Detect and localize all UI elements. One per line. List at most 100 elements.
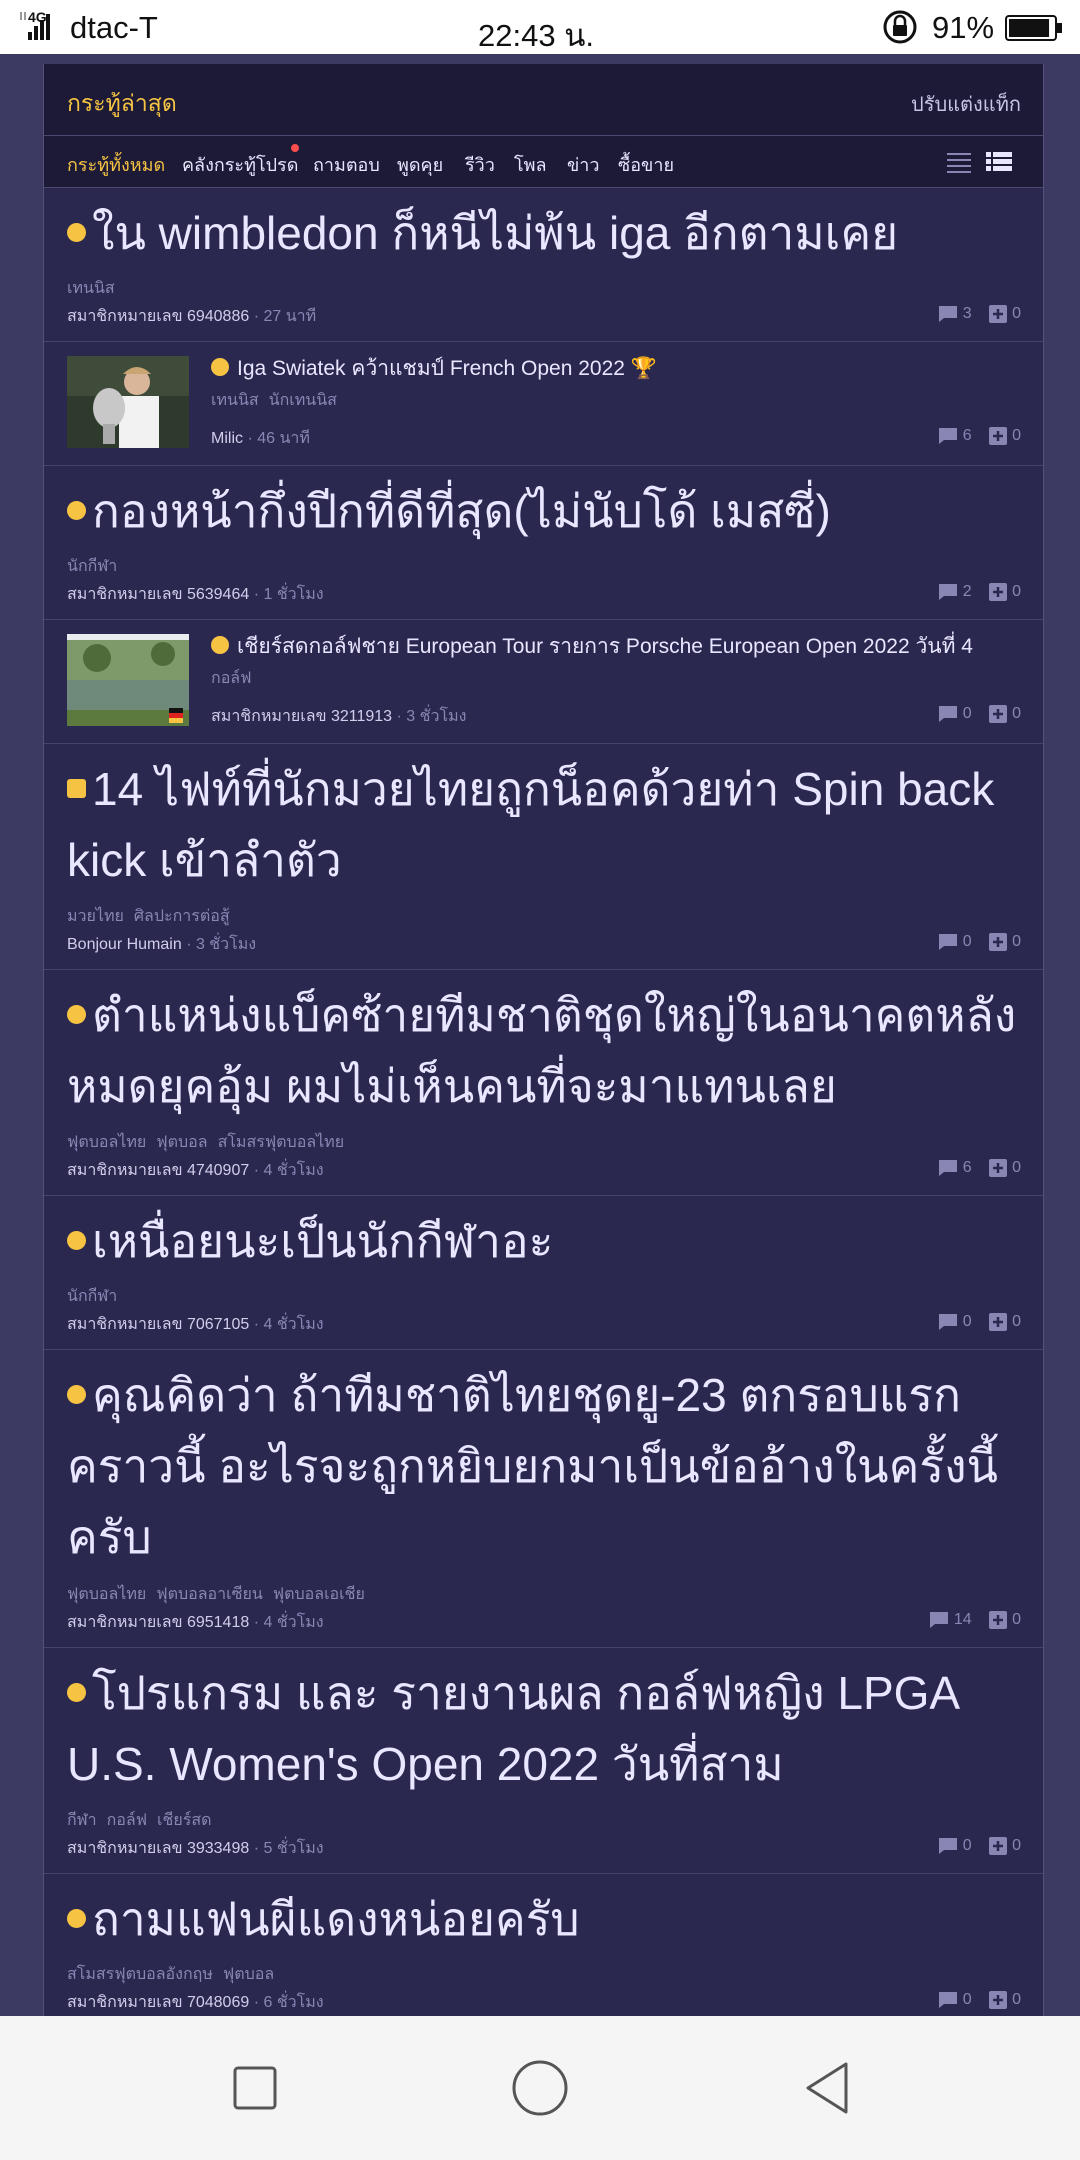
tag[interactable]: ฟุตบอลไทย bbox=[67, 1586, 146, 1603]
battery-percent: 91% bbox=[932, 10, 995, 45]
review-icon bbox=[211, 636, 229, 655]
topic-title[interactable]: Iga Swiatek คว้าแชมป์ French Open 2022 🏆 bbox=[211, 354, 1025, 384]
tag[interactable]: สโมสรฟุตบอลไทย bbox=[218, 1134, 345, 1151]
question-icon bbox=[67, 1005, 86, 1025]
topic-thumbnail[interactable] bbox=[67, 356, 189, 448]
vote-count: 0 bbox=[1012, 1159, 1021, 1177]
tab-review[interactable]: รีวิว bbox=[465, 150, 495, 179]
tab-chat[interactable]: พูดคุย bbox=[397, 150, 443, 179]
vote-icon bbox=[989, 933, 1008, 951]
topic-author: สมาชิกหมายเลข 3933498 · 5 ชั่วโมง bbox=[67, 1836, 324, 1861]
author-name[interactable]: สมาชิกหมายเลข 6951418 bbox=[67, 1614, 249, 1631]
vote-icon bbox=[989, 305, 1008, 323]
tag[interactable]: ฟุตบอลไทย bbox=[67, 1134, 146, 1151]
topic-title[interactable]: 14 ไฟท์ที่นักมวยไทยถูกน็อคด้วยท่า Spin b… bbox=[67, 754, 1025, 896]
vote-count: 0 bbox=[1012, 1611, 1021, 1629]
nav-home-icon[interactable] bbox=[508, 2056, 572, 2120]
network-type: 4G bbox=[28, 9, 47, 25]
tag[interactable]: สโมสรฟุตบอลอังกฤษ bbox=[67, 1966, 213, 1983]
tag[interactable]: ฟุตบอล bbox=[156, 1134, 207, 1151]
author-name[interactable]: Milic bbox=[211, 430, 243, 447]
vote-count: 0 bbox=[1012, 1837, 1021, 1855]
topic-item[interactable]: 14 ไฟท์ที่นักมวยไทยถูกน็อคด้วยท่า Spin b… bbox=[44, 744, 1043, 970]
vote-icon bbox=[989, 1313, 1008, 1331]
tab-poll[interactable]: โพล bbox=[514, 150, 547, 179]
topic-title[interactable]: กองหน้ากึ่งปีกที่ดีที่สุด(ไม่นับโด้ เมสซ… bbox=[67, 476, 1025, 547]
tab-qa[interactable]: ถามตอบ bbox=[313, 150, 380, 179]
topic-author: สมาชิกหมายเลข 3211913 · 3 ชั่วโมง bbox=[211, 704, 466, 729]
topic-item[interactable]: โปรแกรม และ รายงานผล กอล์ฟหญิง LPGA U.S.… bbox=[44, 1648, 1043, 1874]
tag[interactable]: ฟุตบอล bbox=[223, 1966, 274, 1983]
panel-title: กระทู้ล่าสุด bbox=[67, 90, 177, 116]
tab-favorites[interactable]: คลังกระทู้โปรด bbox=[182, 150, 298, 179]
topic-title[interactable]: ถามแฟนผีแดงหน่อยครับ bbox=[67, 1884, 1025, 1955]
nav-recent-icon[interactable] bbox=[223, 2056, 287, 2120]
topic-item[interactable]: ใน wimbledon ก็หนีไม่พ้น iga อีกตามเคย เ… bbox=[44, 188, 1043, 342]
comment-count: 0 bbox=[962, 1313, 972, 1331]
topic-title[interactable]: โปรแกรม และ รายงานผล กอล์ฟหญิง LPGA U.S.… bbox=[67, 1658, 1025, 1800]
comment-icon bbox=[938, 428, 957, 444]
tag[interactable]: เชียร์สด bbox=[157, 1812, 211, 1829]
topic-title[interactable]: ใน wimbledon ก็หนีไม่พ้น iga อีกตามเคย bbox=[67, 198, 1025, 269]
topic-item[interactable]: Iga Swiatek คว้าแชมป์ French Open 2022 🏆… bbox=[44, 342, 1043, 466]
tab-all-topics[interactable]: กระทู้ทั้งหมด bbox=[67, 150, 165, 179]
tab-marketplace[interactable]: ซื้อขาย bbox=[618, 150, 674, 179]
tag[interactable]: ศิลปะการต่อสู้ bbox=[134, 908, 230, 925]
author-name[interactable]: สมาชิกหมายเลข 7067105 bbox=[67, 1316, 249, 1333]
comment-icon bbox=[938, 1992, 957, 2008]
tag[interactable]: เทนนิส bbox=[67, 280, 115, 297]
customize-tags-link[interactable]: ปรับแต่งแท็ก bbox=[911, 88, 1021, 120]
topic-item[interactable]: ถามแฟนผีแดงหน่อยครับ สโมสรฟุตบอลอังกฤษ ฟุ… bbox=[44, 1874, 1043, 2028]
topic-tabs: กระทู้ทั้งหมด คลังกระทู้โปรด ถามตอบ พูดค… bbox=[44, 136, 1043, 188]
topic-title[interactable]: เชียร์สดกอล์ฟชาย European Tour รายการ Po… bbox=[211, 632, 1025, 662]
topic-tags: กีฬา กอล์ฟ เชียร์สด bbox=[67, 1808, 222, 1833]
tag[interactable]: ฟุตบอลอาเซียน bbox=[156, 1586, 263, 1603]
tag[interactable]: กีฬา bbox=[67, 1812, 97, 1829]
nav-back-icon[interactable] bbox=[796, 2056, 860, 2120]
topic-counts: 0 0 bbox=[937, 1836, 1021, 1856]
topic-item[interactable]: กองหน้ากึ่งปีกที่ดีที่สุด(ไม่นับโด้ เมสซ… bbox=[44, 466, 1043, 620]
topic-thumbnail[interactable] bbox=[67, 634, 189, 726]
tag[interactable]: นักกีฬา bbox=[67, 1288, 117, 1305]
tag[interactable]: นักเทนนิส bbox=[269, 392, 337, 409]
tag[interactable]: ฟุตบอลเอเชีย bbox=[273, 1586, 365, 1603]
author-name[interactable]: สมาชิกหมายเลข 4740907 bbox=[67, 1162, 249, 1179]
comment-icon bbox=[929, 1612, 948, 1628]
topic-title[interactable]: เหนื่อยนะเป็นนักกีฬาอะ bbox=[67, 1206, 1025, 1277]
notification-dot bbox=[291, 144, 299, 152]
topic-item[interactable]: เชียร์สดกอล์ฟชาย European Tour รายการ Po… bbox=[44, 620, 1043, 744]
topic-tags: นักกีฬา bbox=[67, 554, 127, 579]
post-time: · 3 ชั่วโมง bbox=[396, 708, 467, 725]
vote-icon bbox=[989, 705, 1008, 723]
topic-counts: 0 0 bbox=[937, 1312, 1021, 1332]
tag[interactable]: เทนนิส bbox=[211, 392, 259, 409]
tab-news[interactable]: ข่าว bbox=[567, 150, 600, 179]
comment-count: 0 bbox=[962, 705, 972, 723]
topic-author: สมาชิกหมายเลข 7067105 · 4 ชั่วโมง bbox=[67, 1312, 324, 1337]
author-name[interactable]: สมาชิกหมายเลข 7048069 bbox=[67, 1994, 249, 2011]
topic-author: Bonjour Humain · 3 ชั่วโมง bbox=[67, 932, 256, 957]
author-name[interactable]: สมาชิกหมายเลข 3211913 bbox=[211, 708, 392, 725]
list-view-icon[interactable] bbox=[945, 150, 973, 174]
question-icon bbox=[67, 1231, 86, 1251]
tag[interactable]: มวยไทย bbox=[67, 908, 124, 925]
author-name[interactable]: สมาชิกหมายเลข 6940886 bbox=[67, 308, 249, 325]
author-name[interactable]: Bonjour Humain bbox=[67, 936, 182, 953]
topic-tags: กอล์ฟ bbox=[211, 666, 261, 691]
review-icon bbox=[211, 358, 229, 377]
card-view-icon[interactable] bbox=[985, 150, 1013, 174]
topic-title[interactable]: ตำแหน่งแบ็คซ้ายทีมชาติชุดใหญ่ในอนาคตหลัง… bbox=[67, 980, 1025, 1122]
author-name[interactable]: สมาชิกหมายเลข 5639464 bbox=[67, 586, 249, 603]
tag[interactable]: กอล์ฟ bbox=[211, 670, 251, 687]
topic-item[interactable]: ตำแหน่งแบ็คซ้ายทีมชาติชุดใหญ่ในอนาคตหลัง… bbox=[44, 970, 1043, 1196]
question-icon bbox=[67, 1909, 86, 1929]
tag[interactable]: นักกีฬา bbox=[67, 558, 117, 575]
topic-title[interactable]: คุณคิดว่า ถ้าทีมชาติไทยชุดยู-23 ตกรอบแรก… bbox=[67, 1360, 1025, 1573]
tag[interactable]: กอล์ฟ bbox=[107, 1812, 147, 1829]
comment-count: 0 bbox=[962, 933, 972, 951]
comment-icon bbox=[938, 706, 957, 722]
topic-item[interactable]: เหนื่อยนะเป็นนักกีฬาอะ นักกีฬา สมาชิกหมา… bbox=[44, 1196, 1043, 1350]
news-icon bbox=[67, 779, 86, 799]
topic-item[interactable]: คุณคิดว่า ถ้าทีมชาติไทยชุดยู-23 ตกรอบแรก… bbox=[44, 1350, 1043, 1648]
author-name[interactable]: สมาชิกหมายเลข 3933498 bbox=[67, 1840, 249, 1857]
